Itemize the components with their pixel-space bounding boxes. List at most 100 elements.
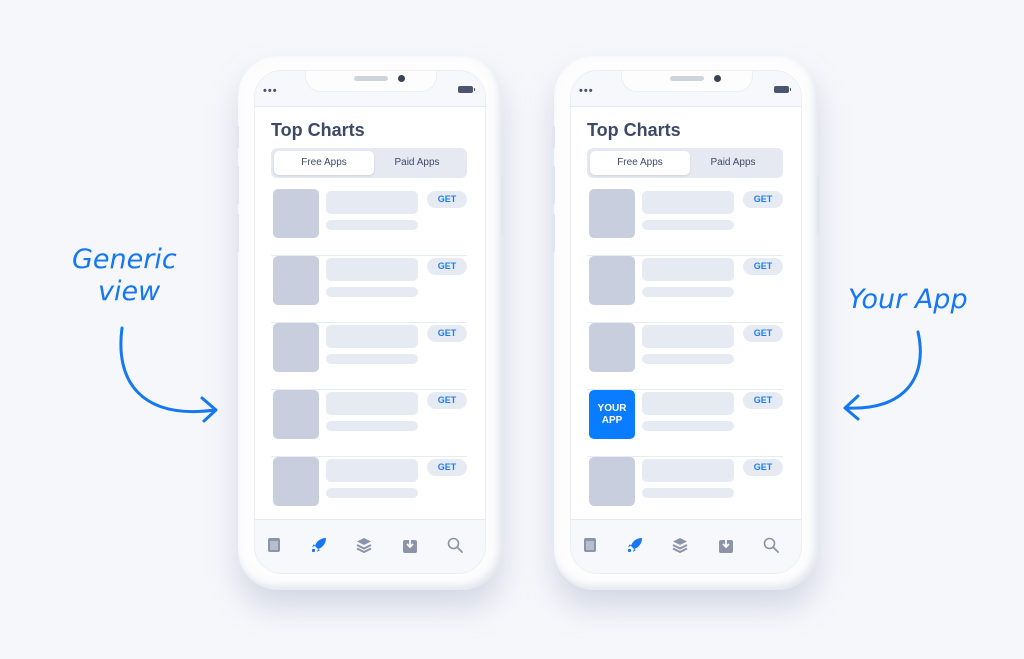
app-subtitle-placeholder	[642, 488, 734, 498]
list-item[interactable]: GET	[271, 189, 467, 256]
layers-icon[interactable]	[355, 536, 373, 554]
get-button[interactable]: GET	[743, 459, 783, 476]
screen: ••• Top Charts Free Apps Paid Apps GET G…	[570, 70, 802, 574]
list-item[interactable]: YOUR APP GET	[587, 390, 783, 457]
app-list: GET GET GET YOUR APP GET GET	[587, 189, 783, 524]
app-subtitle-placeholder	[642, 287, 734, 297]
page-title: Top Charts	[271, 120, 365, 140]
your-app-icon: YOUR APP	[589, 390, 635, 439]
tab-bar	[571, 519, 801, 573]
app-subtitle-placeholder	[326, 354, 418, 364]
status-bar: •••	[255, 71, 485, 107]
get-button[interactable]: GET	[743, 392, 783, 409]
app-name-placeholder	[642, 459, 734, 482]
app-icon-placeholder	[589, 457, 635, 506]
updates-download-icon[interactable]	[401, 536, 419, 554]
today-icon[interactable]	[265, 536, 283, 554]
side-button	[552, 214, 555, 252]
app-name-placeholder	[642, 191, 734, 214]
annotation-your-app: Your App	[848, 284, 968, 315]
get-button[interactable]: GET	[427, 258, 467, 275]
arrow-left-to-phone	[119, 326, 218, 423]
app-icon-placeholder	[589, 189, 635, 238]
notch	[621, 71, 753, 92]
speaker	[670, 76, 704, 81]
signal-dots-icon: •••	[263, 85, 278, 97]
phone-your-app: ••• Top Charts Free Apps Paid Apps GET G…	[552, 56, 820, 590]
battery-icon	[774, 86, 791, 93]
tab-free-apps[interactable]: Free Apps	[590, 151, 690, 175]
app-subtitle-placeholder	[642, 220, 734, 230]
side-button	[552, 126, 555, 148]
list-item[interactable]: GET	[587, 323, 783, 390]
app-subtitle-placeholder	[642, 354, 734, 364]
app-name-placeholder	[326, 459, 418, 482]
screen: ••• Top Charts Free Apps Paid Apps GET G…	[254, 70, 486, 574]
get-button[interactable]: GET	[743, 191, 783, 208]
app-subtitle-placeholder	[326, 421, 418, 431]
list-item[interactable]: GET	[271, 390, 467, 457]
list-item[interactable]: GET	[271, 256, 467, 323]
app-subtitle-placeholder	[326, 220, 418, 230]
app-subtitle-placeholder	[642, 421, 734, 431]
segmented-control: Free Apps Paid Apps	[271, 148, 467, 178]
battery-icon	[458, 86, 475, 93]
app-subtitle-placeholder	[326, 287, 418, 297]
app-icon-placeholder	[273, 323, 319, 372]
apps-rocket-icon[interactable]	[310, 536, 328, 554]
list-item[interactable]: GET	[587, 189, 783, 256]
notch	[305, 71, 437, 92]
list-item[interactable]: GET	[587, 256, 783, 323]
tab-bar	[255, 519, 485, 573]
app-name-placeholder	[642, 325, 734, 348]
app-icon-placeholder	[589, 323, 635, 372]
page-title: Top Charts	[587, 120, 681, 140]
segmented-control: Free Apps Paid Apps	[587, 148, 783, 178]
annotation-generic: Generic	[72, 244, 177, 275]
side-button	[236, 214, 239, 252]
list-item[interactable]: GET	[587, 457, 783, 524]
get-button[interactable]: GET	[427, 325, 467, 342]
app-name-placeholder	[326, 392, 418, 415]
list-item[interactable]: GET	[271, 457, 467, 524]
list-item[interactable]: GET	[271, 323, 467, 390]
app-icon-placeholder	[273, 457, 319, 506]
today-icon[interactable]	[581, 536, 599, 554]
side-button	[552, 166, 555, 204]
status-bar: •••	[571, 71, 801, 107]
apps-rocket-icon[interactable]	[626, 536, 644, 554]
side-button	[236, 166, 239, 204]
side-button	[501, 176, 504, 234]
app-subtitle-placeholder	[326, 488, 418, 498]
app-name-placeholder	[326, 191, 418, 214]
search-icon[interactable]	[762, 536, 780, 554]
phone-generic: ••• Top Charts Free Apps Paid Apps GET G…	[236, 56, 504, 590]
app-name-placeholder	[326, 325, 418, 348]
speaker	[354, 76, 388, 81]
app-name-placeholder	[642, 392, 734, 415]
updates-download-icon[interactable]	[717, 536, 735, 554]
tab-paid-apps[interactable]: Paid Apps	[683, 151, 783, 175]
annotation-view: view	[98, 276, 161, 307]
layers-icon[interactable]	[671, 536, 689, 554]
get-button[interactable]: GET	[427, 459, 467, 476]
app-icon-placeholder	[273, 256, 319, 305]
camera	[714, 75, 721, 82]
app-name-placeholder	[326, 258, 418, 281]
get-button[interactable]: GET	[427, 191, 467, 208]
app-icon-placeholder	[273, 189, 319, 238]
get-button[interactable]: GET	[743, 258, 783, 275]
side-button	[236, 126, 239, 148]
app-list: GET GET GET GET GET	[271, 189, 467, 524]
get-button[interactable]: GET	[427, 392, 467, 409]
search-icon[interactable]	[446, 536, 464, 554]
signal-dots-icon: •••	[579, 85, 594, 97]
app-icon-placeholder	[273, 390, 319, 439]
app-name-placeholder	[642, 258, 734, 281]
side-button	[817, 176, 820, 234]
get-button[interactable]: GET	[743, 325, 783, 342]
tab-paid-apps[interactable]: Paid Apps	[367, 151, 467, 175]
tab-free-apps[interactable]: Free Apps	[274, 151, 374, 175]
app-icon-placeholder	[589, 256, 635, 305]
camera	[398, 75, 405, 82]
